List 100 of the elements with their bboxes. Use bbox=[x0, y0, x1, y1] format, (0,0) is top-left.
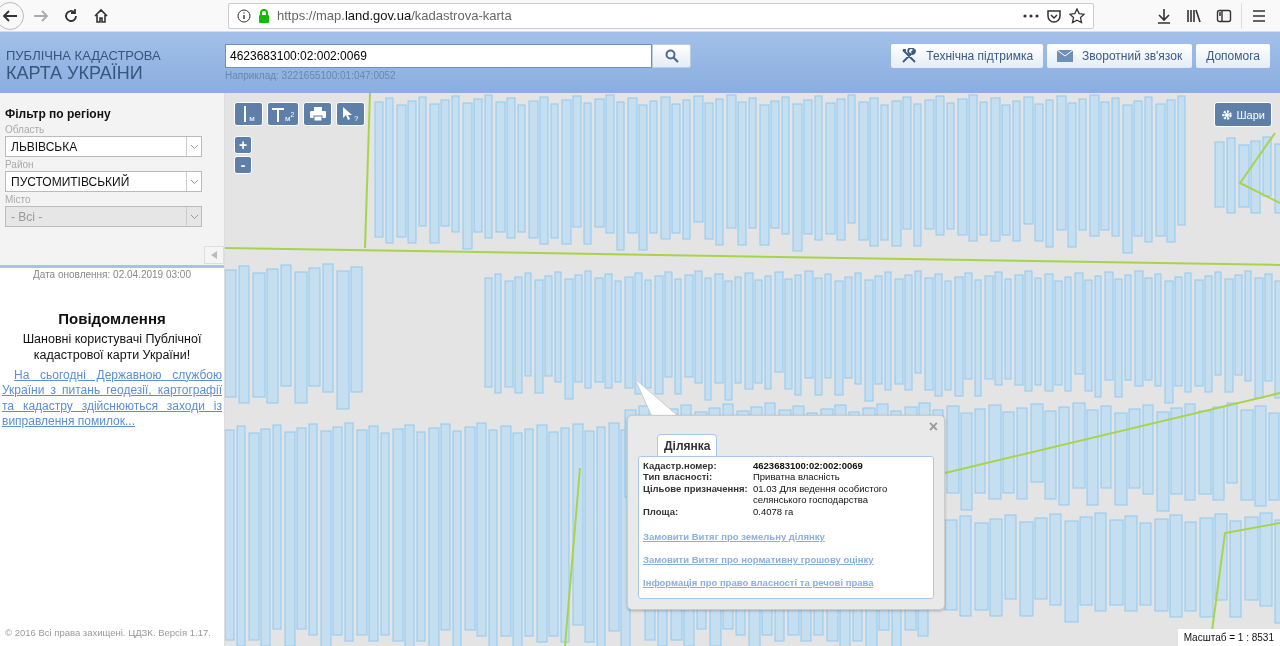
land-parcel[interactable] bbox=[1262, 136, 1272, 197]
land-parcel[interactable] bbox=[524, 272, 532, 377]
land-parcel[interactable] bbox=[495, 101, 506, 233]
bookmark-star-icon[interactable] bbox=[1069, 7, 1085, 24]
land-parcel[interactable] bbox=[1012, 100, 1021, 242]
land-parcel[interactable] bbox=[440, 423, 451, 631]
land-parcel[interactable] bbox=[484, 277, 493, 388]
land-parcel[interactable] bbox=[1072, 402, 1086, 489]
land-parcel[interactable] bbox=[891, 100, 902, 247]
land-parcel[interactable] bbox=[994, 271, 1003, 386]
region-select[interactable]: ЛЬВІВСЬКА bbox=[5, 136, 202, 157]
land-parcel[interactable] bbox=[1254, 277, 1264, 399]
land-parcel[interactable] bbox=[834, 280, 844, 396]
land-parcel[interactable] bbox=[704, 102, 714, 240]
land-parcel[interactable] bbox=[781, 96, 790, 235]
land-parcel[interactable] bbox=[804, 270, 814, 379]
land-parcel[interactable] bbox=[1142, 404, 1154, 495]
land-parcel[interactable] bbox=[988, 404, 1002, 500]
land-parcel[interactable] bbox=[554, 271, 562, 383]
land-parcel[interactable] bbox=[1104, 271, 1114, 381]
land-parcel[interactable] bbox=[1124, 274, 1132, 381]
land-parcel[interactable] bbox=[984, 275, 994, 380]
land-parcel[interactable] bbox=[654, 275, 664, 395]
land-parcel[interactable] bbox=[1004, 514, 1017, 600]
land-parcel[interactable] bbox=[989, 518, 1003, 617]
land-parcel[interactable] bbox=[1139, 522, 1152, 606]
land-parcel[interactable] bbox=[451, 95, 460, 233]
land-parcel[interactable] bbox=[322, 263, 334, 393]
land-parcel[interactable] bbox=[803, 99, 813, 235]
land-parcel[interactable] bbox=[1034, 103, 1044, 242]
land-parcel[interactable] bbox=[272, 424, 282, 630]
land-parcel[interactable] bbox=[350, 266, 363, 393]
land-parcel[interactable] bbox=[548, 431, 559, 637]
support-button[interactable]: Технічна підтримка bbox=[891, 44, 1044, 68]
land-parcel[interactable] bbox=[1114, 412, 1128, 506]
land-parcel[interactable] bbox=[946, 102, 955, 230]
more-icon[interactable] bbox=[1023, 13, 1039, 18]
land-parcel[interactable] bbox=[1114, 278, 1123, 398]
land-parcel[interactable] bbox=[550, 103, 559, 239]
land-parcel[interactable] bbox=[858, 101, 869, 241]
land-parcel[interactable] bbox=[1034, 517, 1048, 600]
land-parcel[interactable] bbox=[884, 271, 892, 391]
land-parcel[interactable] bbox=[644, 279, 652, 389]
land-parcel[interactable] bbox=[964, 272, 973, 380]
land-parcel[interactable] bbox=[1204, 275, 1213, 393]
land-parcel[interactable] bbox=[1250, 140, 1261, 214]
land-parcel[interactable] bbox=[960, 412, 973, 511]
zoom-in-button[interactable]: + bbox=[234, 136, 252, 154]
land-parcel[interactable] bbox=[252, 272, 266, 398]
land-parcel[interactable] bbox=[1229, 520, 1242, 618]
land-parcel[interactable] bbox=[1240, 409, 1254, 501]
land-parcel[interactable] bbox=[536, 424, 548, 643]
land-parcel[interactable] bbox=[517, 104, 526, 233]
land-parcel[interactable] bbox=[473, 98, 483, 233]
land-parcel[interactable] bbox=[1156, 411, 1170, 512]
measure-area-button[interactable]: м$^{2}$ bbox=[267, 102, 300, 126]
land-parcel[interactable] bbox=[260, 428, 271, 646]
land-parcel[interactable] bbox=[572, 423, 584, 626]
land-parcel[interactable] bbox=[1224, 278, 1234, 393]
land-parcel[interactable] bbox=[534, 279, 544, 394]
land-parcel[interactable] bbox=[1199, 517, 1214, 618]
land-parcel[interactable] bbox=[336, 270, 350, 410]
land-parcel[interactable] bbox=[954, 276, 964, 397]
land-parcel[interactable] bbox=[583, 102, 592, 245]
print-button[interactable] bbox=[303, 102, 333, 126]
land-parcel[interactable] bbox=[500, 425, 512, 637]
land-parcel[interactable] bbox=[880, 104, 889, 241]
land-parcel[interactable] bbox=[440, 99, 450, 227]
land-parcel[interactable] bbox=[1214, 141, 1225, 208]
land-parcel[interactable] bbox=[1094, 275, 1102, 398]
land-parcel[interactable] bbox=[296, 427, 307, 630]
measure-distance-button[interactable]: м bbox=[234, 102, 263, 126]
land-parcel[interactable] bbox=[904, 274, 913, 391]
land-parcel[interactable] bbox=[624, 276, 634, 389]
land-parcel[interactable] bbox=[284, 431, 296, 646]
land-parcel[interactable] bbox=[484, 94, 493, 239]
land-parcel[interactable] bbox=[1214, 271, 1222, 376]
land-parcel[interactable] bbox=[416, 431, 426, 642]
land-parcel[interactable] bbox=[1056, 95, 1067, 231]
land-parcel[interactable] bbox=[344, 422, 354, 642]
land-parcel[interactable] bbox=[1002, 411, 1015, 494]
land-parcel[interactable] bbox=[1174, 276, 1183, 387]
land-parcel[interactable] bbox=[506, 97, 516, 239]
land-parcel[interactable] bbox=[946, 405, 960, 494]
land-parcel[interactable] bbox=[744, 272, 754, 390]
land-parcel[interactable] bbox=[564, 278, 574, 400]
land-parcel[interactable] bbox=[1244, 270, 1252, 382]
land-parcel[interactable] bbox=[539, 96, 549, 245]
land-parcel[interactable] bbox=[1198, 410, 1212, 495]
land-parcel[interactable] bbox=[544, 275, 553, 377]
land-parcel[interactable] bbox=[1034, 277, 1042, 386]
land-parcel[interactable] bbox=[674, 278, 682, 395]
land-parcel[interactable] bbox=[1268, 412, 1280, 501]
land-parcel[interactable] bbox=[528, 100, 539, 239]
popup-link[interactable]: Замовити Витяг про земельну ділянку bbox=[643, 530, 929, 542]
land-parcel[interactable] bbox=[924, 277, 934, 391]
land-parcel[interactable] bbox=[660, 96, 671, 240]
land-parcel[interactable] bbox=[280, 264, 292, 387]
land-parcel[interactable] bbox=[494, 273, 502, 394]
land-parcel[interactable] bbox=[308, 423, 318, 636]
